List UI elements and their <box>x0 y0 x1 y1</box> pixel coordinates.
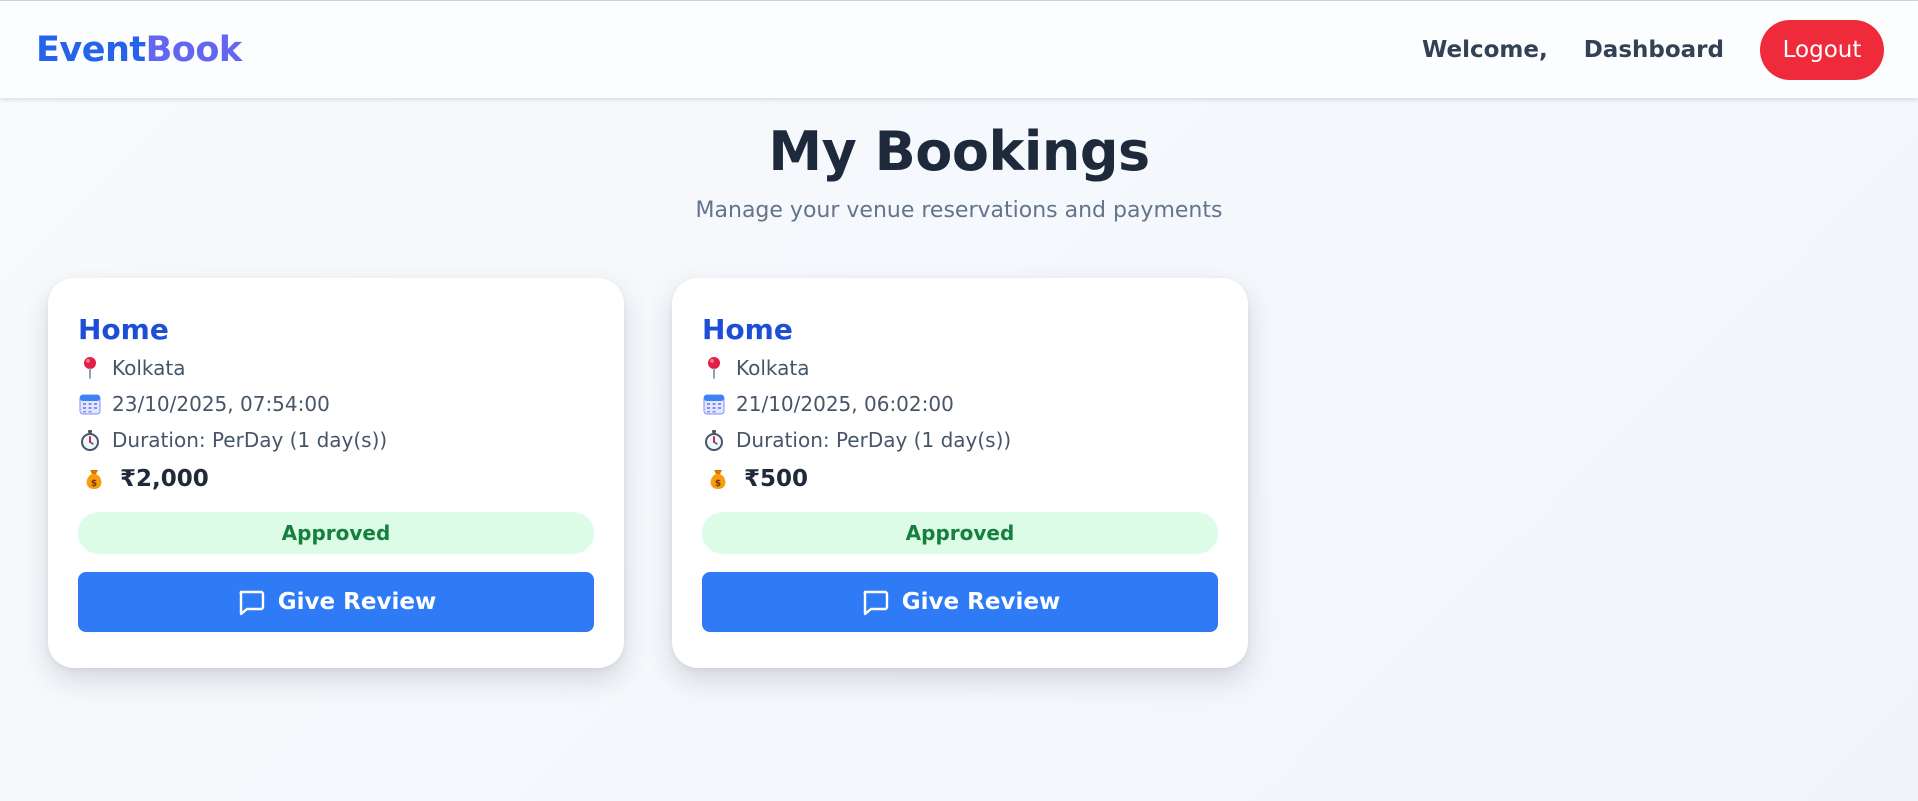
booking-price: ₹500 <box>744 466 809 492</box>
booking-location: Kolkata <box>736 356 810 380</box>
pushpin-icon <box>702 356 726 380</box>
booking-duration: Duration: PerDay (1 day(s)) <box>112 428 388 452</box>
pushpin-icon <box>78 356 102 380</box>
booking-location: Kolkata <box>112 356 186 380</box>
give-review-button[interactable]: Give Review <box>78 572 594 632</box>
booking-datetime: 21/10/2025, 06:02:00 <box>736 392 954 416</box>
give-review-label: Give Review <box>901 589 1061 615</box>
nav-links: Welcome, Dashboard Logout <box>1421 19 1884 80</box>
give-review-label: Give Review <box>277 589 437 615</box>
booking-price-row: $ ₹500 <box>702 458 1218 500</box>
chat-bubble-icon <box>863 590 888 616</box>
booking-duration-row: Duration: PerDay (1 day(s)) <box>78 422 594 458</box>
money-bag-icon: $ <box>706 467 730 491</box>
give-review-button[interactable]: Give Review <box>702 572 1218 632</box>
booking-date-row: 23/10/2025, 07:54:00 <box>78 386 594 422</box>
chat-bubble-icon <box>239 590 264 616</box>
brand-logo-part2: Book <box>145 29 243 70</box>
booking-location-row: Kolkata <box>78 350 594 386</box>
money-bag-icon: $ <box>82 467 106 491</box>
page-subtitle: Manage your venue reservations and payme… <box>695 198 1223 223</box>
booking-price: ₹2,000 <box>120 466 209 492</box>
booking-date-row: 21/10/2025, 06:02:00 <box>702 386 1218 422</box>
brand-logo[interactable]: EventBook <box>36 30 242 70</box>
booking-card: Home Kolkata 23/10/2025, 07:54:00 Durati… <box>48 278 624 668</box>
calendar-icon <box>702 392 726 416</box>
welcome-text: Welcome, <box>1421 36 1548 63</box>
bookings-list: Home Kolkata 23/10/2025, 07:54:00 Durati… <box>48 278 1248 668</box>
status-badge: Approved <box>78 512 594 554</box>
svg-text:$: $ <box>91 479 97 489</box>
brand-logo-part1: Event <box>36 29 146 70</box>
stopwatch-icon <box>78 428 102 452</box>
status-badge: Approved <box>702 512 1218 554</box>
venue-name: Home <box>702 313 793 346</box>
booking-price-row: $ ₹2,000 <box>78 458 594 500</box>
logout-button[interactable]: Logout <box>1760 19 1884 80</box>
page-title: My Bookings <box>768 120 1150 183</box>
stopwatch-icon <box>702 428 726 452</box>
booking-duration: Duration: PerDay (1 day(s)) <box>736 428 1012 452</box>
venue-name: Home <box>78 313 169 346</box>
booking-duration-row: Duration: PerDay (1 day(s)) <box>702 422 1218 458</box>
booking-datetime: 23/10/2025, 07:54:00 <box>112 392 330 416</box>
booking-card: Home Kolkata 21/10/2025, 06:02:00 Durati… <box>672 278 1248 668</box>
calendar-icon <box>78 392 102 416</box>
svg-text:$: $ <box>715 479 721 489</box>
dashboard-link[interactable]: Dashboard <box>1584 37 1724 63</box>
navbar: EventBook Welcome, Dashboard Logout <box>0 1 1918 98</box>
booking-location-row: Kolkata <box>702 350 1218 386</box>
